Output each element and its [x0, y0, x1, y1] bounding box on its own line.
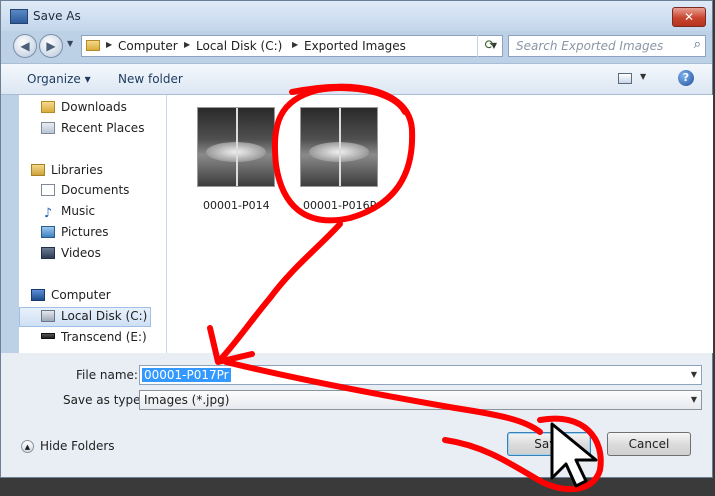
- local-disk-icon: [41, 310, 55, 322]
- refresh-icon[interactable]: ⟳: [477, 35, 502, 57]
- thumbnail-divider: [236, 108, 238, 186]
- address-row: ◀ ▶ ▼ ▶ Computer ▶ Local Disk (C:) ▶ Exp…: [1, 31, 712, 63]
- save-as-type-label: Save as type:: [63, 393, 145, 407]
- nav-item-label: Local Disk (C:): [61, 309, 148, 323]
- forward-button[interactable]: ▶: [39, 34, 63, 58]
- nav-item-label: Recent Places: [61, 121, 145, 135]
- recent-places-icon: [41, 122, 55, 134]
- save-options-panel: File name: 00001-P017Pr ▼ Save as type: …: [1, 353, 712, 477]
- mouse-cursor-icon: [550, 422, 598, 488]
- save-as-type-select[interactable]: Images (*.jpg) ▼: [139, 390, 702, 410]
- breadcrumb-arrow-icon[interactable]: ▶: [292, 40, 298, 49]
- nav-item-label: Computer: [51, 288, 111, 302]
- view-options-dropdown-icon[interactable]: ▼: [640, 72, 646, 81]
- title-bar: Save As ✕: [1, 1, 712, 31]
- breadcrumb-exported-images[interactable]: Exported Images: [304, 39, 406, 53]
- folder-icon: [86, 40, 100, 51]
- xray-thumbnail[interactable]: [300, 107, 378, 187]
- nav-item-recent-places[interactable]: Recent Places: [41, 118, 144, 138]
- address-bar[interactable]: ▶ Computer ▶ Local Disk (C:) ▶ Exported …: [81, 35, 503, 57]
- save-as-dialog: Save As ✕ ◀ ▶ ▼ ▶ Computer ▶ Local Disk …: [0, 0, 713, 478]
- usb-drive-icon: [41, 333, 55, 339]
- navigation-pane: Downloads Recent Places Libraries Docume…: [19, 95, 167, 353]
- close-button[interactable]: ✕: [672, 7, 706, 27]
- nav-item-label: Libraries: [51, 163, 103, 177]
- nav-item-computer[interactable]: Computer: [31, 285, 111, 305]
- pictures-icon: [41, 226, 55, 238]
- music-icon: ♪: [43, 206, 53, 221]
- xray-thumbnail[interactable]: [197, 107, 275, 187]
- file-name-dropdown-icon[interactable]: ▼: [691, 370, 697, 379]
- documents-icon: [41, 184, 55, 196]
- hide-folders-button[interactable]: ▲ Hide Folders: [21, 439, 115, 453]
- collapse-icon: ▲: [21, 440, 34, 453]
- nav-item-transcend[interactable]: Transcend (E:): [41, 327, 147, 347]
- nav-item-label: Documents: [61, 183, 130, 197]
- file-name-label[interactable]: 00001-P014: [203, 199, 270, 212]
- organize-button[interactable]: Organize ▾: [27, 72, 91, 86]
- nav-item-label: Music: [61, 204, 96, 218]
- computer-icon: [31, 289, 45, 301]
- cancel-button[interactable]: Cancel: [607, 432, 691, 456]
- nav-item-documents[interactable]: Documents: [41, 180, 129, 200]
- app-icon: [10, 9, 28, 24]
- nav-item-label: Transcend (E:): [61, 330, 147, 344]
- nav-item-videos[interactable]: Videos: [41, 243, 101, 263]
- breadcrumb-computer[interactable]: Computer: [118, 39, 178, 53]
- nav-item-downloads[interactable]: Downloads: [41, 97, 127, 117]
- nav-item-music[interactable]: ♪ Music: [41, 201, 95, 221]
- file-name-value[interactable]: 00001-P017Pr: [142, 368, 231, 382]
- downloads-folder-icon: [41, 101, 55, 113]
- hide-folders-label: Hide Folders: [40, 439, 115, 453]
- file-name-input[interactable]: 00001-P017Pr ▼: [139, 365, 702, 385]
- file-list: 00001-P014 00001-P016Pr: [167, 95, 713, 353]
- window-title: Save As: [33, 9, 81, 23]
- change-view-icon[interactable]: [618, 73, 632, 84]
- nav-item-pictures[interactable]: Pictures: [41, 222, 109, 242]
- breadcrumb-local-disk[interactable]: Local Disk (C:): [196, 39, 282, 53]
- back-button[interactable]: ◀: [13, 34, 37, 58]
- new-folder-button[interactable]: New folder: [118, 72, 183, 86]
- save-as-type-value: Images (*.jpg): [144, 393, 230, 407]
- save-as-type-dropdown-icon[interactable]: ▼: [691, 395, 697, 404]
- search-placeholder: Search Exported Images: [516, 39, 664, 53]
- nav-item-local-disk[interactable]: Local Disk (C:): [41, 306, 147, 326]
- breadcrumb-arrow-icon[interactable]: ▶: [184, 40, 190, 49]
- command-toolbar: Organize ▾ New folder ▼ ?: [1, 63, 712, 95]
- file-name-label: File name:: [76, 368, 138, 382]
- recent-locations-dropdown-icon[interactable]: ▼: [67, 39, 73, 48]
- breadcrumb-arrow-icon[interactable]: ▶: [106, 40, 112, 49]
- nav-item-label: Videos: [61, 246, 101, 260]
- videos-icon: [41, 247, 55, 259]
- nav-item-label: Downloads: [61, 100, 127, 114]
- file-name-label[interactable]: 00001-P016Pr: [303, 199, 381, 212]
- search-input[interactable]: Search Exported Images ⌕: [508, 35, 706, 57]
- search-icon[interactable]: ⌕: [694, 37, 701, 52]
- nav-item-label: Pictures: [61, 225, 109, 239]
- nav-item-libraries[interactable]: Libraries: [31, 160, 103, 180]
- help-icon[interactable]: ?: [678, 70, 694, 86]
- thumbnail-divider: [339, 108, 341, 186]
- libraries-icon: [31, 164, 45, 176]
